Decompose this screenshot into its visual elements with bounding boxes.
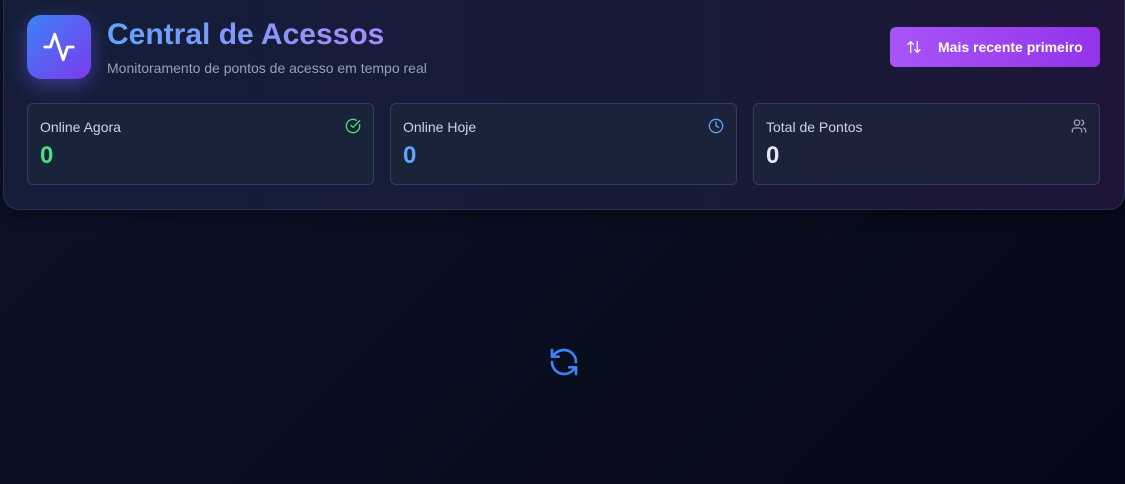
stat-card-online-now: Online Agora 0 — [27, 103, 374, 185]
check-circle-icon — [345, 118, 361, 134]
sort-order-button[interactable]: Mais recente primeiro — [890, 27, 1100, 67]
stat-label: Online Hoje — [403, 119, 477, 135]
clock-icon — [708, 118, 724, 134]
sort-order-label: Mais recente primeiro — [938, 39, 1083, 55]
activity-icon — [42, 30, 76, 64]
stat-label: Total de Pontos — [766, 119, 863, 135]
refresh-spinner-icon — [548, 346, 580, 378]
stat-card-online-today: Online Hoje 0 — [390, 103, 737, 185]
stat-value: 0 — [40, 142, 54, 169]
arrow-up-down-icon — [906, 39, 922, 55]
stat-value: 0 — [403, 142, 417, 169]
stat-card-total-points: Total de Pontos 0 — [753, 103, 1100, 185]
users-icon — [1071, 118, 1087, 134]
stat-label: Online Agora — [40, 119, 121, 135]
page-subtitle: Monitoramento de pontos de acesso em tem… — [107, 60, 427, 76]
app-logo — [27, 15, 91, 79]
page-title: Central de Acessos — [107, 18, 385, 51]
stat-value: 0 — [766, 142, 780, 169]
